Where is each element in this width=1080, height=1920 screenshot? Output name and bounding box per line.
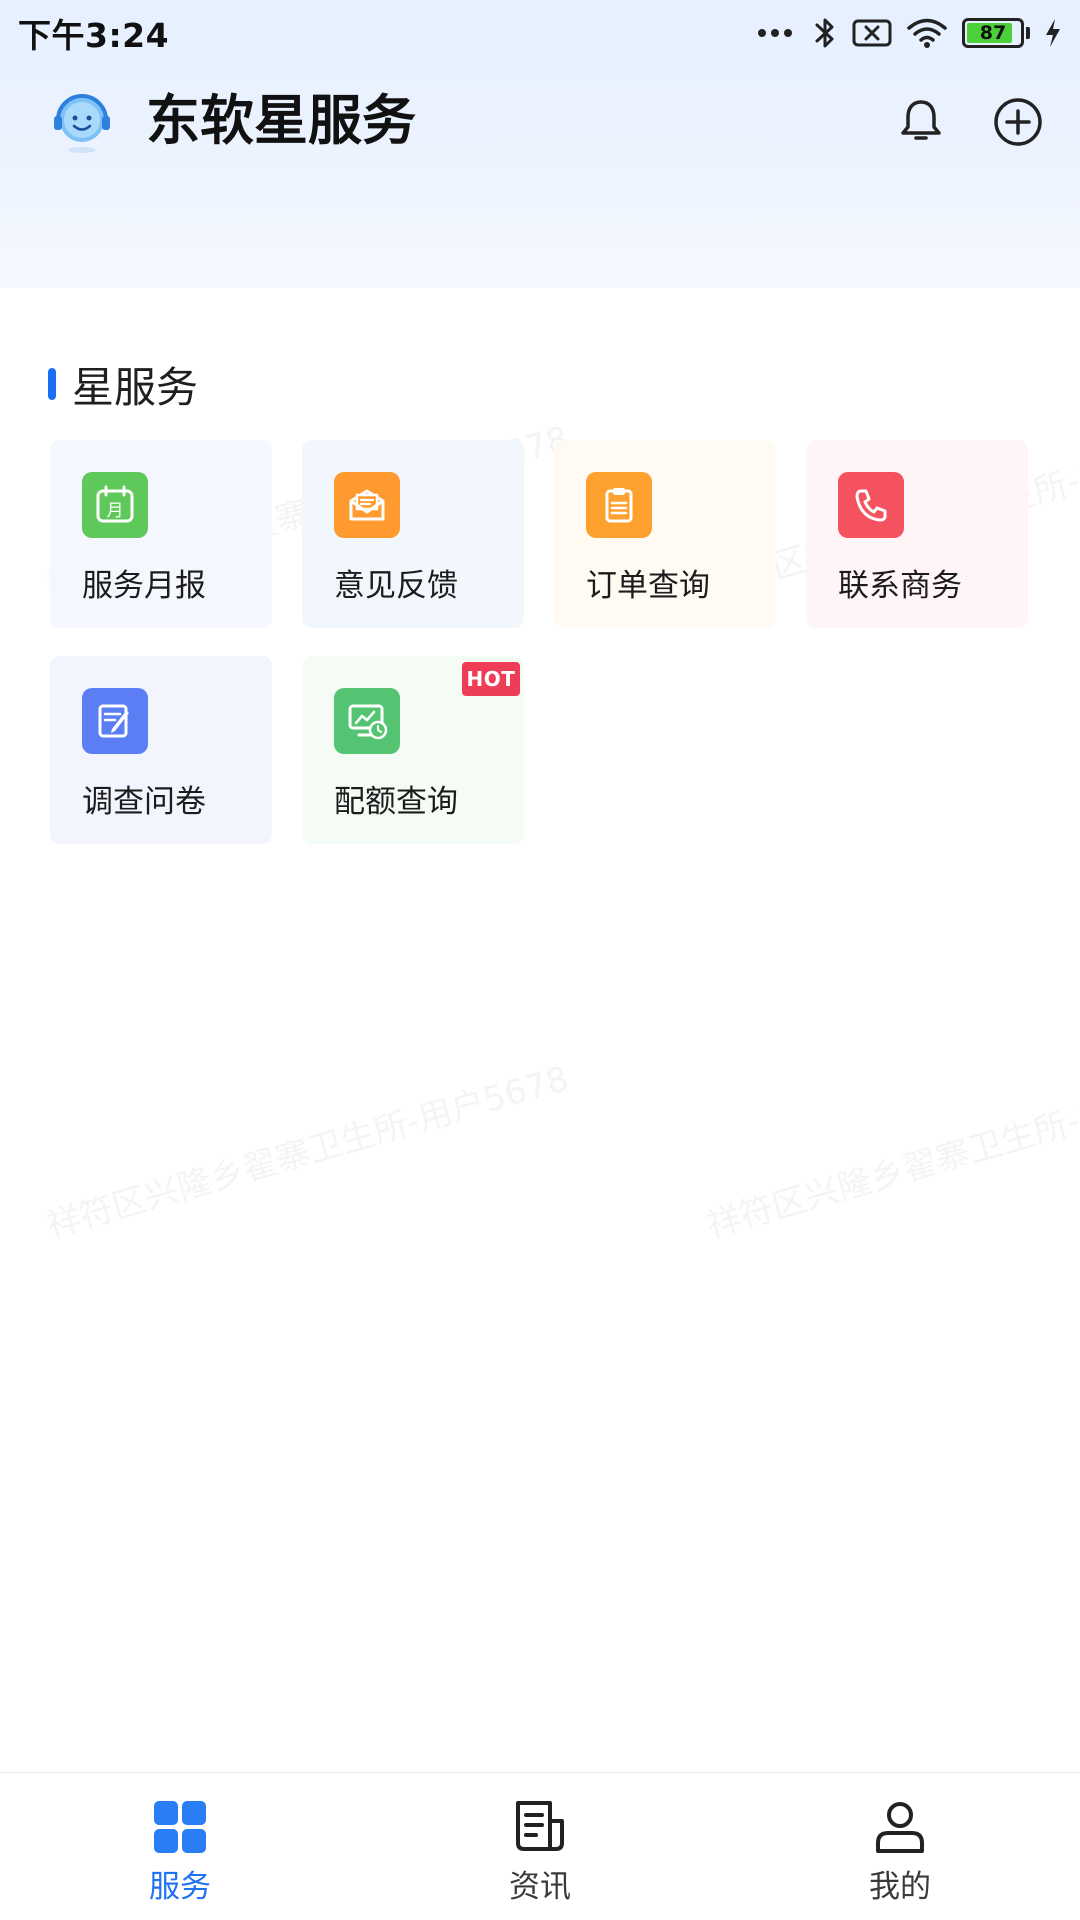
tile-label: 调查问卷 [82, 784, 206, 820]
service-tile-contact-business[interactable]: 联系商务 [806, 440, 1028, 628]
battery-level: 87 [979, 22, 1007, 44]
app-header: 东软星服务 [0, 76, 1080, 166]
service-tile-survey[interactable]: 调查问卷 [50, 656, 272, 844]
bell-icon[interactable] [896, 96, 946, 146]
nav-label: 服务 [149, 1869, 211, 1905]
svg-text:月: 月 [107, 501, 124, 521]
status-time: 下午3:24 [18, 16, 170, 55]
section-accent-bar [48, 368, 56, 400]
service-tile-feedback[interactable]: 意见反馈 [302, 440, 524, 628]
app-title: 东软星服务 [146, 89, 416, 152]
screen: 祥符区兴隆乡翟寨卫生所-用户5678 祥符区兴隆乡翟寨卫生所-用户5678 祥符… [0, 0, 1080, 1920]
grid-icon [154, 1801, 206, 1853]
clipboard-icon [586, 472, 652, 538]
nav-item-profile[interactable]: 我的 [800, 1773, 1000, 1920]
calendar-icon: 月 [82, 472, 148, 538]
bluetooth-icon [815, 18, 834, 48]
nav-label: 我的 [869, 1869, 931, 1905]
tile-label: 订单查询 [586, 568, 710, 604]
service-tile-quota-query[interactable]: 配额查询 HOT [302, 656, 524, 844]
more-dots-icon [758, 29, 792, 37]
service-tile-order-query[interactable]: 订单查询 [554, 440, 776, 628]
survey-edit-icon [82, 688, 148, 754]
watermark: 祥符区兴隆乡翟寨卫生所-用户5678 [702, 1058, 1080, 1247]
no-sim-icon [852, 19, 892, 47]
monitor-clock-icon [334, 688, 400, 754]
status-bar: 下午3:24 87 [0, 0, 1080, 66]
news-icon [516, 1801, 564, 1851]
phone-icon [838, 472, 904, 538]
nav-label: 资讯 [509, 1869, 571, 1905]
tile-label: 服务月报 [82, 568, 206, 604]
hot-badge: HOT [462, 662, 520, 696]
status-icons: 87 [758, 15, 1062, 51]
wifi-icon [907, 18, 947, 48]
envelope-icon [334, 472, 400, 538]
tile-label: 意见反馈 [334, 568, 458, 604]
customer-service-headset-icon [54, 94, 110, 153]
plus-circle-icon[interactable] [992, 96, 1044, 148]
tile-label: 配额查询 [334, 784, 458, 820]
charging-icon [1046, 19, 1060, 47]
section-title: 星服务 [72, 362, 199, 412]
tile-label: 联系商务 [838, 568, 962, 604]
nav-item-services[interactable]: 服务 [80, 1773, 280, 1920]
bottom-nav: 服务 资讯 我的 [0, 1772, 1080, 1920]
nav-item-news[interactable]: 资讯 [440, 1773, 640, 1920]
battery-icon: 87 [962, 18, 1024, 48]
user-icon [876, 1802, 924, 1853]
section-header: 星服务 [48, 356, 198, 412]
watermark: 祥符区兴隆乡翟寨卫生所-用户5678 [42, 1058, 574, 1247]
service-tile-monthly-report[interactable]: 月 服务月报 [50, 440, 272, 628]
